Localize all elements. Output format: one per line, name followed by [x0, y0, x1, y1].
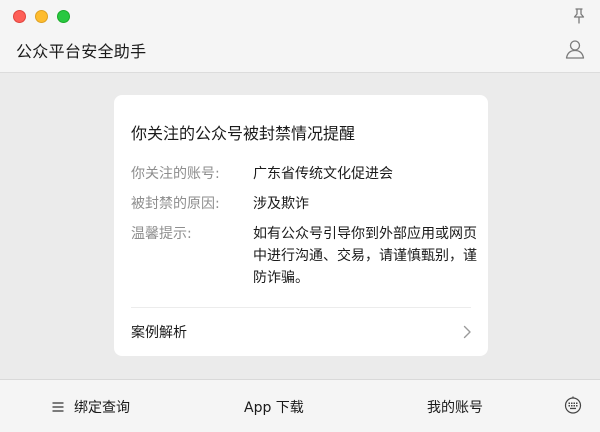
- close-window-button[interactable]: [13, 10, 26, 23]
- title-bar: 公众平台安全助手: [0, 0, 600, 73]
- tip-label: 温馨提示:: [131, 226, 192, 242]
- tab-binding-query[interactable]: 绑定查询: [52, 397, 130, 417]
- window-controls: [13, 10, 70, 23]
- ban-reason-value: 涉及欺诈: [253, 196, 309, 212]
- pin-icon[interactable]: [570, 7, 588, 25]
- menu-icon: [52, 402, 64, 412]
- ban-notice-card: 你关注的公众号被封禁情况提醒 你关注的账号: 广东省传统文化促进会 被封禁的原因…: [114, 95, 488, 356]
- minimize-window-button[interactable]: [35, 10, 48, 23]
- window-title: 公众平台安全助手: [16, 42, 147, 61]
- case-analysis-link[interactable]: 案例解析: [114, 308, 488, 356]
- followed-account-label: 你关注的账号:: [131, 166, 220, 182]
- tab-binding-query-label: 绑定查询: [74, 400, 130, 416]
- user-icon[interactable]: [564, 38, 586, 60]
- card-title: 你关注的公众号被封禁情况提醒: [131, 124, 356, 143]
- keyboard-icon[interactable]: [564, 396, 582, 414]
- zoom-window-button[interactable]: [57, 10, 70, 23]
- ban-reason-label: 被封禁的原因:: [131, 196, 220, 212]
- tip-value: 如有公众号引导你到外部应用或网页中进行沟通、交易，请谨慎甄别，谨防诈骗。: [253, 226, 477, 286]
- chevron-right-icon: [463, 325, 471, 339]
- bottom-bar: 绑定查询 App 下载 我的账号: [0, 379, 600, 432]
- followed-account-value: 广东省传统文化促进会: [253, 166, 393, 182]
- tab-my-account[interactable]: 我的账号: [427, 397, 483, 417]
- app-window: 公众平台安全助手 你关注的公众号被封禁情况提醒 你关注的账号: 广东省传统文化促…: [0, 0, 600, 432]
- tab-app-download[interactable]: App 下载: [244, 397, 304, 417]
- case-analysis-label: 案例解析: [131, 325, 187, 341]
